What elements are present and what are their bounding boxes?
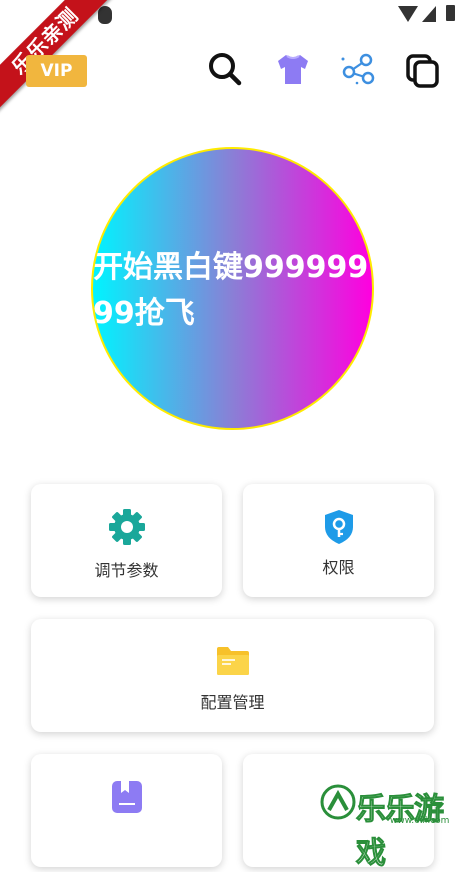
search-icon[interactable]	[206, 50, 244, 88]
permissions-label: 权限	[322, 558, 355, 577]
vip-button[interactable]: VIP	[26, 55, 87, 87]
watermark-url: www.6ill.com	[390, 816, 450, 826]
folder-icon	[215, 645, 251, 681]
watermark-text: 乐乐游戏	[356, 792, 445, 872]
signal-icon	[422, 6, 436, 22]
bookmark-icon	[111, 780, 143, 818]
start-button-label: 开始黑白键99999999抢飞	[93, 250, 369, 331]
start-button[interactable]: 开始黑白键99999999抢飞	[91, 147, 374, 430]
gear-icon	[108, 508, 146, 550]
battery-icon	[446, 5, 455, 21]
config-manage-card[interactable]: 配置管理	[31, 619, 434, 732]
adjust-params-card[interactable]: 调节参数	[31, 484, 222, 597]
adjust-params-label: 调节参数	[94, 561, 159, 580]
share-icon[interactable]	[339, 50, 377, 88]
watermark-logo: 乐乐游戏 www.6ill.com	[318, 780, 465, 872]
permissions-card[interactable]: 权限	[243, 484, 434, 597]
wifi-icon	[398, 6, 418, 22]
tshirt-icon[interactable]	[274, 50, 312, 88]
bookmark-card[interactable]	[31, 754, 222, 867]
copy-icon[interactable]	[405, 50, 443, 88]
config-manage-label: 配置管理	[200, 693, 265, 712]
shield-icon	[322, 508, 356, 550]
